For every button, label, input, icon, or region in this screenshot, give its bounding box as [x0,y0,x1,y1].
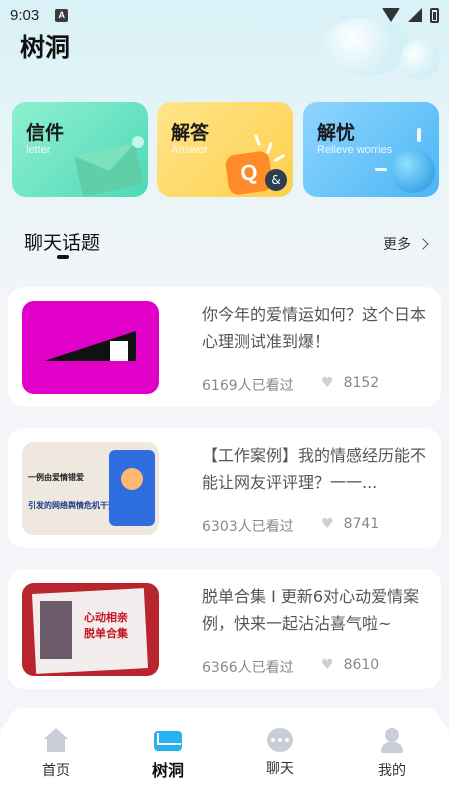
thumbnail-text: 心动相亲 [84,611,128,624]
chat-icon [267,728,293,752]
section-title: 聊天话题 [24,232,101,254]
category-subtitle: letter [26,144,51,156]
globe-icon [391,149,435,193]
nav-mine[interactable]: 我的 [357,728,427,780]
page-title: 树洞 [20,33,71,62]
topic-card[interactable]: 心动相亲 脱单合集 脱单合集 I 更新6对心动爱情案例，快来一起沾沾喜气啦~ 6… [8,569,441,689]
topic-likes: ♥ 8152 [321,375,379,391]
topic-views: 6303人已看过 [202,519,294,535]
like-count: 8610 [343,657,380,673]
status-bar: 9:03 A [0,0,449,30]
decorative-dash [375,168,387,171]
couple-photo [40,601,72,659]
topic-card[interactable]: 一例由爱情错爱 引发的网络舆情危机干预 【工作案例】我的情感经历能不能让网友评评… [8,428,441,548]
topic-likes: ♥ 8610 [321,657,379,673]
decorative-dot [132,136,144,148]
category-card-letter[interactable]: 信件 letter [12,102,148,197]
topic-views: 6169人已看过 [202,378,294,394]
topic-thumbnail [22,301,159,394]
thumbnail-text: 引发的网络舆情危机干预 [28,501,116,510]
person-face [121,468,143,490]
signal-graphic-block [110,341,128,361]
nav-home[interactable]: 首页 [21,728,91,780]
like-count: 8152 [343,375,380,391]
decorative-dash [417,128,421,142]
category-subtitle: Answer [171,144,208,156]
signal-icon [408,8,422,22]
more-label: 更多 [383,237,411,253]
nav-treehole[interactable]: 树洞 [133,728,203,781]
heart-icon: ♥ [321,657,334,673]
topic-title: 【工作案例】我的情感经历能不能让网友评评理？一一... [202,446,427,492]
nav-chat[interactable]: 聊天 [245,728,315,778]
more-button[interactable]: 更多 [383,234,429,254]
battery-icon [430,7,439,23]
mail-icon [154,731,182,751]
topic-thumbnail: 一例由爱情错爱 引发的网络舆情危机干预 [22,442,159,535]
like-count: 8741 [343,516,380,532]
topic-likes: ♥ 8741 [321,516,379,532]
topic-views: 6366人已看过 [202,660,294,676]
nav-label: 首页 [42,763,70,779]
thumbnail-text: 脱单合集 [84,627,128,640]
section-underline [57,255,69,259]
nav-label: 我的 [378,763,406,779]
topic-thumbnail: 心动相亲 脱单合集 [22,583,159,676]
heart-icon: ♥ [321,516,334,532]
category-card-relieve[interactable]: 解忧 Relieve worries [303,102,439,197]
category-title: 信件 [26,122,65,144]
category-title: 解答 [171,122,210,144]
user-icon [378,728,406,754]
envelope-icon [74,143,144,197]
thumbnail-text: 一例由爱情错爱 [28,473,84,482]
nav-label: 树洞 [151,761,184,780]
spark-icon [266,141,273,155]
wifi-icon [382,8,400,22]
topic-title: 你今年的爱情运如何？这个日本心理测试准到爆！ [202,305,427,351]
home-icon [42,728,70,754]
decorative-bubble [400,40,440,80]
status-icons [382,7,439,23]
category-title: 解忧 [317,122,356,144]
spark-icon [254,133,261,147]
spark-icon [273,153,286,163]
notification-icon: A [55,8,69,22]
ampersand-icon: & [265,169,287,191]
chevron-right-icon [417,238,429,250]
bottom-nav: 首页 树洞 聊天 我的 [0,718,449,798]
category-subtitle: Relieve worries [317,144,393,156]
category-card-answer[interactable]: 解答 Answer Q & [157,102,293,197]
topic-title: 脱单合集 I 更新6对心动爱情案例，快来一起沾沾喜气啦~ [202,587,420,633]
nav-label: 聊天 [266,761,294,777]
topic-card[interactable]: 你今年的爱情运如何？这个日本心理测试准到爆！ 6169人已看过 ♥ 8152 [8,287,441,407]
status-time: 9:03 [10,6,40,24]
heart-icon: ♥ [321,375,334,391]
